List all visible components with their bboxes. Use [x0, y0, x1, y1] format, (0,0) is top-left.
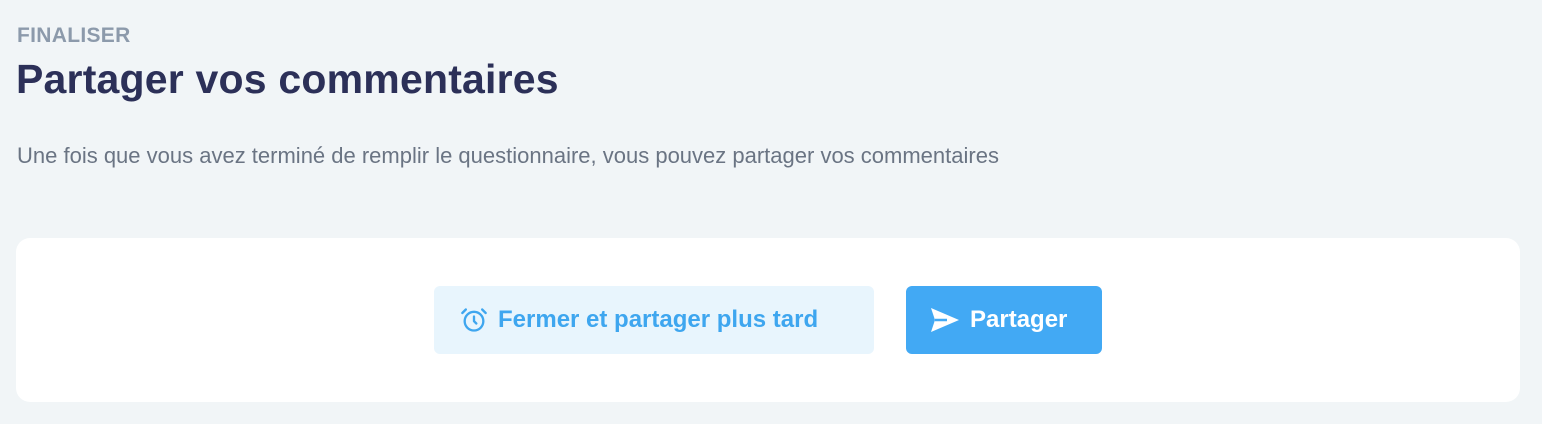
close-and-share-later-label: Fermer et partager plus tard — [498, 306, 819, 333]
section-eyebrow: FINALISER — [17, 24, 131, 47]
close-and-share-later-button[interactable]: Fermer et partager plus tard — [434, 286, 874, 354]
share-button[interactable]: Partager — [906, 286, 1102, 354]
send-icon — [930, 307, 960, 333]
page-subtitle: Une fois que vous avez terminé de rempli… — [17, 143, 999, 168]
page-title: Partager vos commentaires — [16, 56, 559, 102]
share-label: Partager — [970, 306, 1068, 333]
actions-card: Fermer et partager plus tard Partager — [16, 238, 1520, 402]
finalize-page: FINALISER Partager vos commentaires Une … — [0, 0, 1542, 424]
alarm-clock-icon — [460, 306, 488, 334]
